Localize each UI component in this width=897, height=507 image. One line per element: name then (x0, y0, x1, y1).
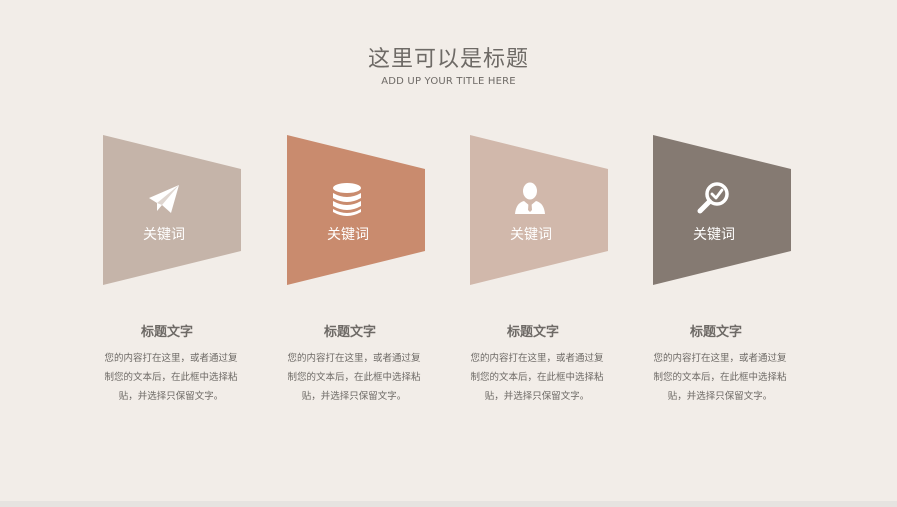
item-description-3: 您的内容打在这里，或者通过复 制您的文本后，在此框中选择粘 贴，并选择只保留文字… (462, 349, 612, 406)
item-heading-3: 标题文字 (506, 325, 559, 340)
description-line: 贴，并选择只保留文字。 (301, 391, 407, 402)
description-line: 制您的文本后，在此框中选择粘 (104, 372, 238, 383)
keyword-card-2: 关键词 (287, 135, 427, 285)
description-line: 贴，并选择只保留文字。 (118, 391, 224, 402)
item-description-2: 您的内容打在这里，或者通过复 制您的文本后，在此框中选择粘 贴，并选择只保留文字… (279, 349, 429, 406)
description-line: 您的内容打在这里，或者通过复 (104, 353, 238, 364)
search-check-icon (697, 182, 729, 214)
database-icon (333, 183, 361, 216)
description-line: 贴，并选择只保留文字。 (667, 391, 773, 402)
description-line: 贴，并选择只保留文字。 (484, 391, 590, 402)
item-heading-2: 标题文字 (323, 325, 376, 340)
description-line: 您的内容打在这里，或者通过复 (470, 353, 604, 364)
item-heading-1: 标题文字 (140, 325, 193, 340)
description-line: 制您的文本后，在此框中选择粘 (287, 372, 421, 383)
user-icon (515, 182, 545, 214)
keyword-card-4: 关键词 (653, 135, 793, 285)
item-description-1: 您的内容打在这里，或者通过复 制您的文本后，在此框中选择粘 贴，并选择只保留文字… (96, 349, 246, 406)
keyword-card-1: 关键词 (103, 135, 243, 285)
keyword-label: 关键词 (693, 227, 735, 243)
description-line: 您的内容打在这里，或者通过复 (653, 353, 787, 364)
slide: 这里可以是标题 ADD UP YOUR TITLE HERE 关键词 关键词 关… (0, 0, 897, 501)
description-line: 制您的文本后，在此框中选择粘 (470, 372, 604, 383)
keyword-card-3: 关键词 (470, 135, 610, 285)
slide-subtitle: ADD UP YOUR TITLE HERE (381, 76, 516, 87)
description-line: 您的内容打在这里，或者通过复 (287, 353, 421, 364)
paper-plane-icon (149, 185, 179, 213)
slide-title: 这里可以是标题 (367, 47, 529, 72)
keyword-label: 关键词 (143, 227, 185, 243)
keyword-label: 关键词 (510, 227, 552, 243)
keyword-label: 关键词 (327, 227, 369, 243)
item-description-4: 您的内容打在这里，或者通过复 制您的文本后，在此框中选择粘 贴，并选择只保留文字… (645, 349, 795, 406)
item-heading-4: 标题文字 (689, 325, 742, 340)
description-line: 制您的文本后，在此框中选择粘 (653, 372, 787, 383)
